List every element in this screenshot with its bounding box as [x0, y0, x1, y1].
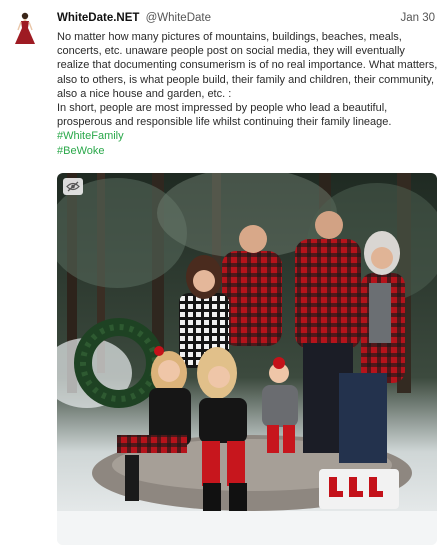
- hashtag-link[interactable]: #BeWoke: [57, 144, 439, 158]
- post-header: WhiteDate.NET @WhiteDate Jan 30: [57, 11, 435, 25]
- hashtag-link[interactable]: #WhiteFamily: [57, 129, 439, 143]
- media-visibility-toggle[interactable]: [63, 178, 83, 195]
- author-name[interactable]: WhiteDate.NET: [57, 12, 139, 24]
- post-paragraph: In short, people are most impressed by p…: [57, 102, 392, 129]
- family-photo: [57, 173, 437, 545]
- post-body: No matter how many pictures of mountains…: [57, 30, 439, 158]
- woman-in-red-dress-icon: [15, 12, 35, 44]
- post-date[interactable]: Jan 30: [400, 11, 435, 25]
- author-handle[interactable]: @WhiteDate: [146, 12, 211, 24]
- post-card: WhiteDate.NET @WhiteDate Jan 30 No matte…: [0, 0, 447, 554]
- eye-slash-icon: [66, 181, 80, 192]
- avatar[interactable]: [12, 11, 38, 47]
- post-paragraph: No matter how many pictures of mountains…: [57, 31, 438, 100]
- post-image[interactable]: [57, 173, 437, 545]
